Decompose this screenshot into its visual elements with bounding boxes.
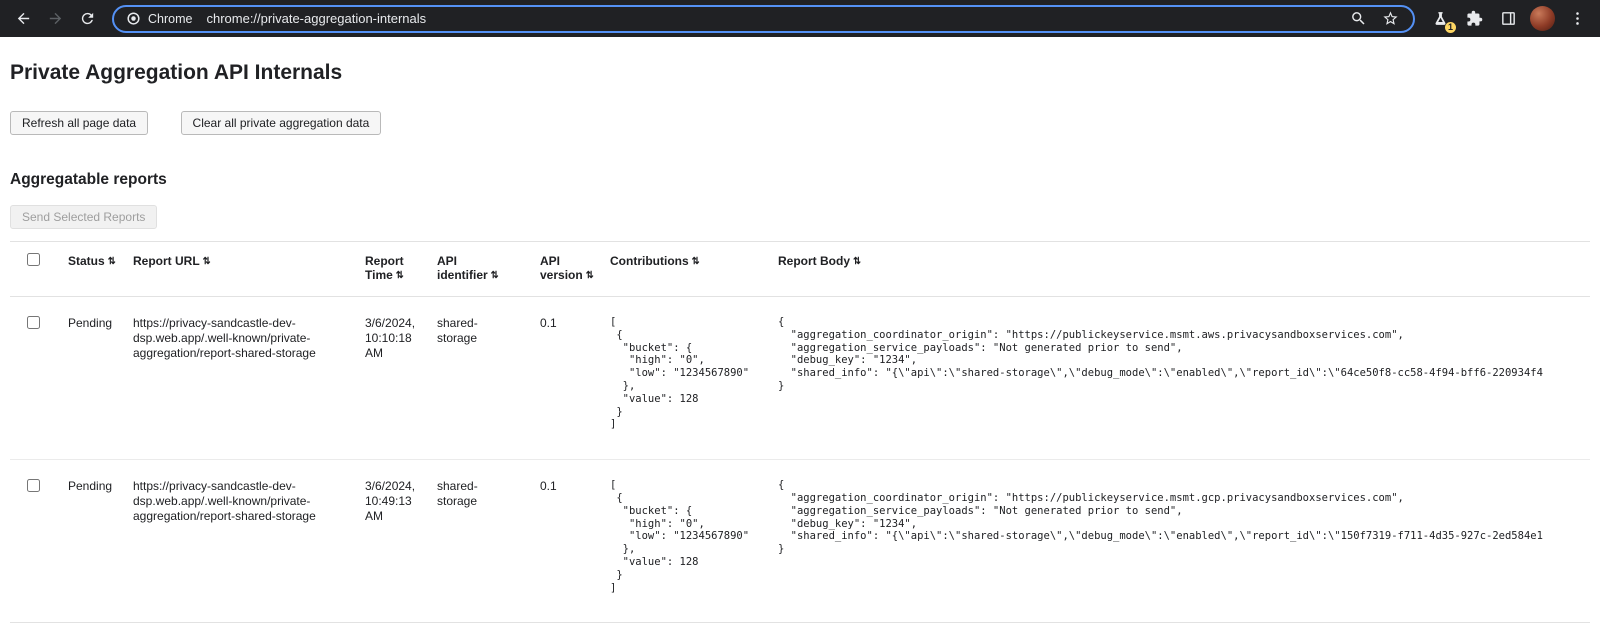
- col-header-report-url[interactable]: Report URL⇅: [133, 242, 365, 296]
- browser-toolbar: Chrome chrome://private-aggregation-inte…: [0, 0, 1600, 37]
- chrome-logo-icon: [126, 11, 141, 26]
- table-row: Pending https://privacy-sandcastle-dev-d…: [10, 459, 1590, 622]
- back-icon: [15, 10, 32, 27]
- sort-icon: ⇅: [108, 256, 116, 267]
- table-row: Pending https://privacy-sandcastle-dev-d…: [10, 297, 1590, 459]
- side-panel-button[interactable]: [1493, 4, 1523, 34]
- sort-icon: ⇅: [396, 270, 404, 281]
- col-header-report-body-label: Report Body: [778, 254, 850, 268]
- cell-api-version: 0.1: [540, 297, 610, 459]
- col-header-api-identifier-label: API identifier: [437, 254, 488, 282]
- chip-label: Chrome: [148, 12, 192, 26]
- sort-icon: ⇅: [586, 270, 594, 281]
- cell-api-identifier: shared-storage: [437, 460, 540, 622]
- cell-report-time: 3/6/2024, 10:10:18 AM: [365, 297, 437, 459]
- sort-icon: ⇅: [692, 256, 700, 267]
- row-checkbox[interactable]: [27, 479, 40, 492]
- page-content: Private Aggregation API Internals Refres…: [0, 61, 1600, 623]
- puzzle-icon: [1466, 10, 1483, 27]
- refresh-icon: [79, 10, 96, 27]
- cell-status: Pending: [68, 460, 133, 622]
- bookmark-button[interactable]: [1375, 4, 1405, 34]
- page-title: Private Aggregation API Internals: [10, 61, 1590, 85]
- row-select-cell: [10, 297, 68, 459]
- menu-button[interactable]: [1562, 4, 1592, 34]
- col-header-api-identifier[interactable]: API identifier⇅: [437, 242, 540, 296]
- table-header-row: Status⇅ Report URL⇅ Report Time⇅ API ide…: [10, 242, 1590, 297]
- cell-status: Pending: [68, 297, 133, 459]
- kebab-menu-icon: [1569, 10, 1586, 27]
- col-header-status[interactable]: Status⇅: [68, 242, 133, 296]
- cell-report-time: 3/6/2024, 10:49:13 AM: [365, 460, 437, 622]
- sort-icon: ⇅: [203, 256, 211, 267]
- sort-icon: ⇅: [491, 270, 499, 281]
- select-all-checkbox[interactable]: [27, 253, 40, 266]
- section-heading: Aggregatable reports: [10, 171, 1590, 189]
- col-header-contributions[interactable]: Contributions⇅: [610, 242, 778, 296]
- experiments-button[interactable]: 1: [1425, 4, 1455, 34]
- col-header-api-version[interactable]: API version⇅: [540, 242, 610, 296]
- zoom-button[interactable]: [1343, 4, 1373, 34]
- cell-contributions: [ { "bucket": { "high": "0", "low": "123…: [610, 460, 778, 622]
- forward-button[interactable]: [40, 4, 70, 34]
- cell-api-version: 0.1: [540, 460, 610, 622]
- sort-icon: ⇅: [853, 256, 861, 267]
- col-header-status-label: Status: [68, 254, 105, 268]
- col-header-report-time[interactable]: Report Time⇅: [365, 242, 437, 296]
- url-text: chrome://private-aggregation-internals: [206, 11, 1343, 26]
- experiments-badge: 1: [1445, 22, 1456, 33]
- row-checkbox[interactable]: [27, 316, 40, 329]
- col-header-report-url-label: Report URL: [133, 254, 200, 268]
- chrome-url-chip[interactable]: Chrome: [126, 11, 192, 26]
- page-actions: Refresh all page data Clear all private …: [10, 111, 1590, 135]
- cell-api-identifier: shared-storage: [437, 297, 540, 459]
- send-selected-reports-button[interactable]: Send Selected Reports: [10, 205, 157, 229]
- cell-report-body: { "aggregation_coordinator_origin": "htt…: [778, 297, 1590, 459]
- forward-icon: [47, 10, 64, 27]
- col-header-api-version-label: API version: [540, 254, 583, 282]
- star-icon: [1382, 10, 1399, 27]
- row-select-cell: [10, 460, 68, 622]
- magnifier-icon: [1350, 10, 1367, 27]
- refresh-all-button[interactable]: Refresh all page data: [10, 111, 148, 135]
- reports-table: Status⇅ Report URL⇅ Report Time⇅ API ide…: [10, 241, 1590, 623]
- cell-contributions: [ { "bucket": { "high": "0", "low": "123…: [610, 297, 778, 459]
- cell-report-url: https://privacy-sandcastle-dev-dsp.web.a…: [133, 460, 365, 622]
- extensions-button[interactable]: [1459, 4, 1489, 34]
- cell-report-body: { "aggregation_coordinator_origin": "htt…: [778, 460, 1590, 622]
- col-header-report-body[interactable]: Report Body⇅: [778, 242, 1590, 296]
- select-all-cell: [10, 242, 68, 296]
- cell-report-url: https://privacy-sandcastle-dev-dsp.web.a…: [133, 297, 365, 459]
- profile-avatar[interactable]: [1530, 6, 1555, 31]
- address-bar[interactable]: Chrome chrome://private-aggregation-inte…: [112, 5, 1415, 33]
- col-header-contributions-label: Contributions: [610, 254, 689, 268]
- refresh-button[interactable]: [72, 4, 102, 34]
- clear-all-button[interactable]: Clear all private aggregation data: [181, 111, 382, 135]
- back-button[interactable]: [8, 4, 38, 34]
- side-panel-icon: [1500, 10, 1517, 27]
